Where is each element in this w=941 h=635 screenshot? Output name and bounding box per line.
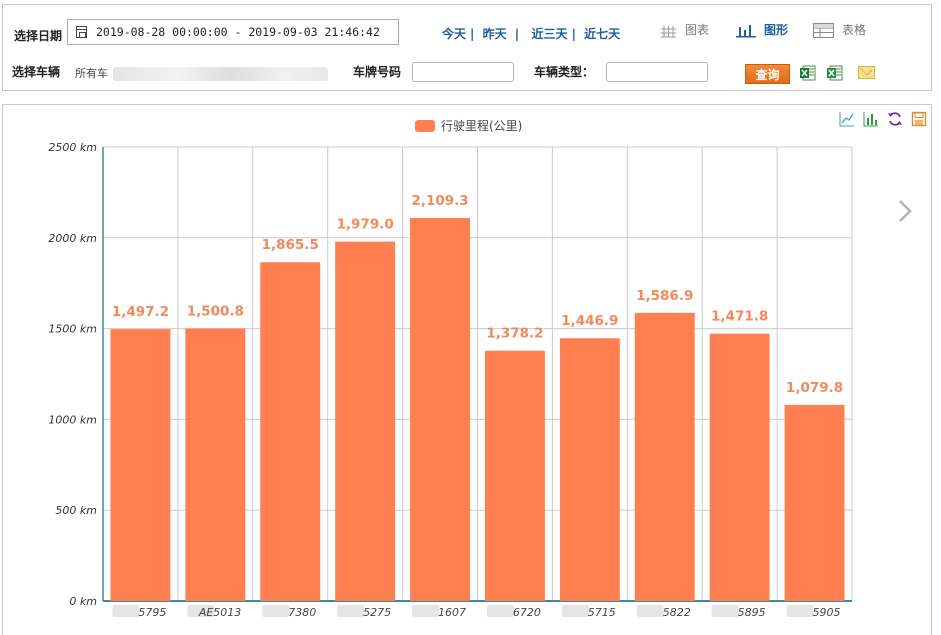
redacted-plate-prefix — [711, 605, 739, 617]
y-tick-label: 2000 km — [48, 232, 97, 245]
grid-chart-icon — [661, 25, 676, 37]
redacted-plate-prefix — [786, 605, 814, 617]
bar[interactable] — [709, 333, 770, 601]
bar-chart: 行驶里程(公里) 0 km 500 km 1000 km 1500 km 2000 km 2… — [48, 118, 853, 619]
bar[interactable] — [260, 262, 321, 601]
vehicle-type-label: 车辆类型： — [534, 65, 595, 79]
x-tick-label: 5715 — [588, 606, 616, 619]
redacted-plate-prefix — [262, 605, 290, 617]
bar-value-label: 1,497.2 — [112, 304, 169, 320]
bar-value-label: 1,079.8 — [786, 380, 843, 396]
plate-input[interactable] — [412, 62, 514, 82]
vehicle-select[interactable]: 所有车 — [71, 62, 337, 86]
bar-value-label: 1,979.0 — [337, 217, 394, 233]
bar-value-label: 1,500.8 — [187, 303, 244, 319]
vehicle-label: 选择车辆 — [12, 65, 61, 79]
bar-chart-icon — [736, 24, 756, 37]
y-tick-label: 1000 km — [48, 413, 97, 426]
x-tick-label: 5275 — [363, 606, 391, 619]
redacted-plate-prefix — [636, 605, 664, 617]
view-tab-label: 图形 — [764, 23, 789, 37]
quick-range-today[interactable]: 今天 — [442, 27, 466, 41]
vehicle-type-input[interactable] — [606, 62, 708, 82]
bar[interactable] — [110, 329, 171, 601]
y-tick-label: 2500 km — [48, 141, 97, 154]
view-tab-label: 图表 — [685, 23, 710, 37]
x-tick-label: 5905 — [813, 606, 841, 619]
x-tick-label: 5822 — [663, 606, 691, 619]
legend-swatch[interactable] — [415, 120, 435, 132]
quick-range-7days[interactable]: 近七天 — [584, 27, 620, 41]
bar[interactable] — [410, 217, 471, 601]
view-tab-chart-table[interactable]: 图表 — [660, 21, 709, 41]
view-tab-graph[interactable]: 图形 — [736, 21, 788, 41]
x-tick-label: 5795 — [138, 606, 166, 619]
redacted-plate-prefix — [112, 605, 140, 617]
bar-value-label: 1,471.8 — [711, 309, 768, 325]
quick-range-yesterday[interactable]: 昨天 — [483, 27, 507, 41]
plate-label: 车牌号码 — [353, 65, 402, 79]
table-icon — [813, 23, 834, 38]
redacted-vehicle-list — [113, 67, 328, 81]
bar[interactable] — [559, 338, 620, 601]
x-tick-label: 7380 — [288, 606, 316, 619]
view-tab-table[interactable]: 表格 — [813, 21, 866, 41]
bar[interactable] — [335, 241, 396, 602]
y-tick-label: 0 km — [69, 595, 97, 608]
vehicle-select-value: 所有车 — [75, 67, 108, 80]
date-range-value: 2019-08-28 00:00:00 - 2019-09-03 21:46:4… — [96, 25, 380, 39]
chart-panel: 行驶里程(公里) 0 km 500 km 1000 km 1500 km 2000 km 2… — [2, 104, 932, 635]
bar-value-label: 1,378.2 — [486, 326, 543, 342]
mail-icon[interactable] — [858, 66, 875, 79]
redacted-plate-prefix — [561, 605, 589, 617]
legend-label: 行驶里程(公里) — [441, 118, 522, 133]
calendar-icon — [76, 26, 87, 38]
bar-value-label: 1,865.5 — [262, 237, 319, 253]
chevron-right-icon[interactable] — [895, 197, 917, 227]
quick-range-3days[interactable]: 近三天 — [532, 27, 568, 41]
query-button[interactable]: 查询 — [745, 64, 790, 84]
y-tick-label: 500 km — [55, 504, 97, 517]
bar[interactable] — [185, 328, 246, 601]
redacted-plate-prefix — [486, 605, 514, 617]
redacted-plate-prefix — [412, 605, 440, 617]
bar[interactable] — [634, 312, 695, 601]
bar-value-label: 2,109.3 — [411, 193, 468, 209]
y-tick-label: 1500 km — [48, 323, 97, 336]
redacted-plate-prefix — [337, 605, 365, 617]
save-icon[interactable] — [911, 111, 927, 127]
date-label: 选择日期 — [14, 29, 63, 43]
date-range-input[interactable]: 2019-08-28 00:00:00 - 2019-09-03 21:46:4… — [67, 19, 399, 45]
excel-export-all-icon[interactable] — [827, 65, 843, 81]
bar[interactable] — [784, 404, 845, 601]
x-tick-label: 6720 — [513, 606, 541, 619]
excel-export-icon[interactable] — [800, 65, 816, 81]
x-tick-label: 5895 — [738, 606, 766, 619]
refresh-icon[interactable] — [887, 111, 903, 127]
x-tick-label: AE5013 — [198, 606, 241, 619]
bar[interactable] — [484, 350, 545, 601]
quick-range-links: 今天 | 昨天 | 近三天 | 近七天 — [442, 27, 621, 41]
bar-value-label: 1,586.9 — [636, 288, 693, 304]
x-tick-label: 1607 — [438, 606, 466, 619]
bar-value-label: 1,446.9 — [561, 313, 618, 329]
view-tab-label: 表格 — [842, 23, 867, 37]
filter-panel: 选择日期 2019-08-28 00:00:00 - 2019-09-03 21… — [2, 4, 932, 91]
